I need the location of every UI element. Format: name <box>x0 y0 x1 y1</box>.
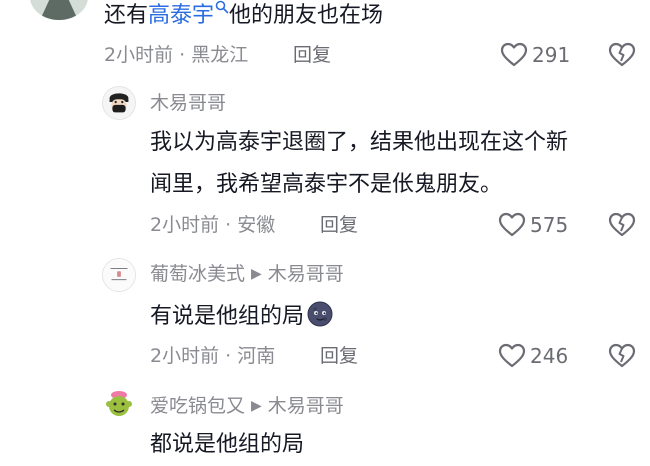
broken-heart-icon <box>608 343 636 368</box>
comment-text-line: 闻里，我希望高泰宇不是伥鬼朋友。 <box>150 172 503 197</box>
comment-author-line: 爱吃锅包又 ▶ 木易哥哥 <box>150 394 344 418</box>
dislike-button[interactable] <box>608 212 636 242</box>
comment-author[interactable]: 爱吃锅包又 <box>150 395 245 417</box>
user-avatar[interactable] <box>102 258 136 292</box>
like-button[interactable]: 575 <box>498 212 568 238</box>
comment-text: 都说是他组的局 <box>150 432 305 457</box>
like-count: 246 <box>530 344 569 368</box>
reply-arrow-icon: ▶ <box>251 266 262 282</box>
avatar-text-image-icon <box>103 259 135 291</box>
broken-heart-icon <box>608 42 636 67</box>
comment-meta: 2小时前 · 河南 <box>150 345 276 367</box>
comment-thread: 还有高泰宇 他的朋友也在场 2小时前 · 黑龙江 回复 291 木易哥哥 我以为高… <box>0 0 650 466</box>
user-avatar[interactable] <box>102 86 136 120</box>
avatar-green-character-icon <box>102 388 136 422</box>
comment-text: 有说是他组的局 <box>150 300 334 332</box>
user-avatar[interactable] <box>102 388 136 422</box>
dislike-button[interactable] <box>608 343 636 373</box>
comment-author-line: 葡萄冰美式 ▶ 木易哥哥 <box>150 262 344 286</box>
comment-text: 还有高泰宇 他的朋友也在场 <box>104 0 383 31</box>
heart-outline-icon <box>498 343 526 368</box>
reply-button[interactable]: 回复 <box>320 213 358 237</box>
reply-to-author[interactable]: 木易哥哥 <box>268 263 344 285</box>
like-button[interactable]: 291 <box>500 42 570 68</box>
reply-arrow-icon: ▶ <box>251 398 262 414</box>
user-avatar[interactable] <box>30 0 88 20</box>
avatar-photo-icon <box>30 0 88 20</box>
avatar-masked-person-icon <box>103 87 135 119</box>
heart-outline-icon <box>498 212 526 237</box>
search-icon[interactable] <box>215 0 229 14</box>
comment-meta: 2小时前 · 黑龙江 <box>104 44 249 66</box>
heart-outline-icon <box>500 42 528 67</box>
hashtag-link[interactable]: 高泰宇 <box>148 3 214 28</box>
broken-heart-icon <box>608 212 636 237</box>
reply-to-author[interactable]: 木易哥哥 <box>268 395 344 417</box>
reply-button[interactable]: 回复 <box>320 344 358 368</box>
like-count: 575 <box>530 213 569 237</box>
like-count: 291 <box>532 43 571 67</box>
comment-author[interactable]: 木易哥哥 <box>150 91 226 115</box>
comment-text-line: 我以为高泰宇退圈了，结果他出现在这个新 <box>150 130 569 155</box>
comment-meta: 2小时前 · 安徽 <box>150 214 276 236</box>
reply-button[interactable]: 回复 <box>293 43 331 67</box>
dislike-button[interactable] <box>608 42 636 72</box>
dark-moon-face-emoji <box>307 301 333 327</box>
comment-author[interactable]: 葡萄冰美式 <box>150 263 245 285</box>
like-button[interactable]: 246 <box>498 343 568 369</box>
